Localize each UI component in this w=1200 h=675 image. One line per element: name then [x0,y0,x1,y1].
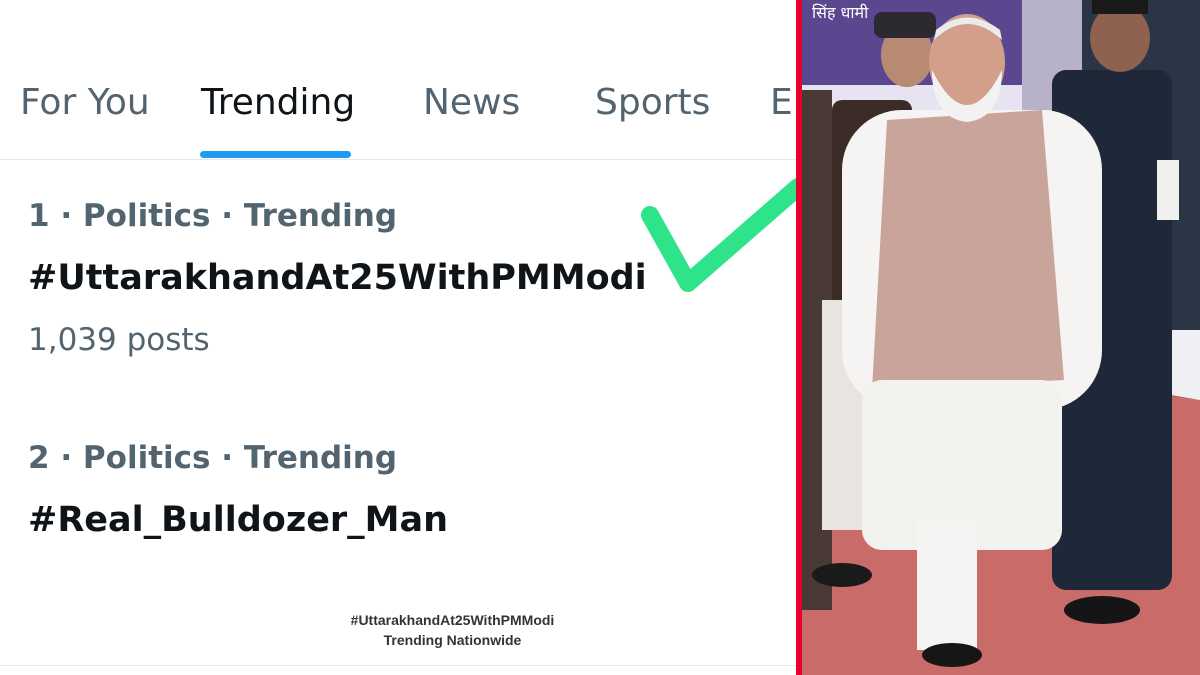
trending-panel: For You Trending News Sports E 1 · Polit… [0,0,796,675]
trend-post-count: 1,039 posts [28,322,210,358]
trend-hashtag[interactable]: #UttarakhandAt25WithPMModi [28,258,647,298]
trend-meta: 1 · Politics · Trending [28,198,398,234]
event-photo: सिंह धामी [802,0,1200,675]
image-caption: #UttarakhandAt25WithPMModi Trending Nati… [300,610,605,650]
trend-hashtag[interactable]: #Real_Bulldozer_Man [28,500,448,540]
caption-hashtag: #UttarakhandAt25WithPMModi [350,612,555,628]
tab-news[interactable]: News [423,82,520,123]
tab-trending[interactable]: Trending [201,82,355,123]
check-mark-icon [641,178,796,292]
trend-meta: 2 · Politics · Trending [28,440,398,476]
banner-text: सिंह धामी [812,3,869,22]
explore-tabs: For You Trending News Sports E [0,0,796,160]
caption-subtitle: Trending Nationwide [383,632,522,648]
divider-line [0,665,796,666]
photo-illustration: सिंह धामी [802,0,1200,675]
active-tab-indicator [200,151,351,158]
tab-entertainment[interactable]: E [770,82,793,123]
tab-for-you[interactable]: For You [20,82,150,123]
tab-sports[interactable]: Sports [595,82,710,123]
